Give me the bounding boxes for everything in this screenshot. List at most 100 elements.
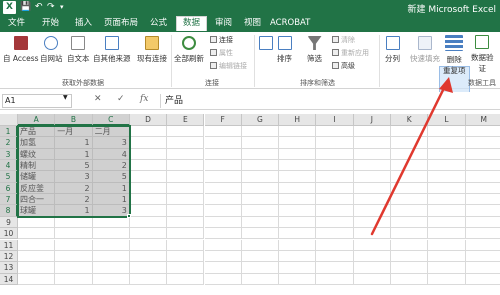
properties-button[interactable]: 属性 xyxy=(210,48,233,58)
value-cell[interactable]: 1 xyxy=(55,137,93,149)
cell[interactable] xyxy=(129,205,168,217)
cell[interactable] xyxy=(55,250,93,263)
cell[interactable] xyxy=(465,194,500,206)
cell[interactable] xyxy=(465,240,500,251)
cell[interactable] xyxy=(428,137,466,149)
cell[interactable] xyxy=(129,137,168,149)
sort-button[interactable]: 排序 xyxy=(277,36,292,64)
cell[interactable] xyxy=(92,273,130,285)
cell[interactable] xyxy=(129,148,168,161)
cell[interactable] xyxy=(241,148,280,161)
product-cell[interactable]: 四合一 xyxy=(18,194,56,206)
cell[interactable] xyxy=(316,160,354,172)
column-header-e[interactable]: E xyxy=(167,114,205,126)
refresh-all-button[interactable]: 全部刷新 xyxy=(174,36,204,64)
cell[interactable] xyxy=(204,216,242,229)
row-header-2[interactable]: 2 xyxy=(0,137,18,149)
cell[interactable] xyxy=(241,194,280,206)
cell[interactable] xyxy=(316,194,354,206)
header-cell[interactable]: 产品 xyxy=(18,126,56,138)
cell[interactable] xyxy=(279,182,317,195)
text-to-columns-button[interactable]: 分列 xyxy=(385,36,400,64)
cell[interactable] xyxy=(167,205,205,217)
cell[interactable] xyxy=(353,228,391,240)
row-header-5[interactable]: 5 xyxy=(0,171,18,183)
from-web-button[interactable]: 自网站 xyxy=(40,36,63,64)
cell[interactable] xyxy=(391,137,429,149)
tab-data[interactable]: 数据 xyxy=(176,16,208,31)
cell[interactable] xyxy=(353,126,391,138)
value-cell[interactable]: 1 xyxy=(92,194,130,206)
value-cell[interactable]: 2 xyxy=(55,182,93,195)
cell[interactable] xyxy=(204,262,242,274)
header-cell[interactable]: 二月 xyxy=(92,126,130,138)
redo-icon[interactable]: ↷ xyxy=(47,1,55,14)
cell[interactable] xyxy=(18,228,56,240)
cell[interactable] xyxy=(55,262,93,274)
cell[interactable] xyxy=(391,205,429,217)
cell[interactable] xyxy=(241,160,280,172)
cell[interactable] xyxy=(391,182,429,195)
row-header-7[interactable]: 7 xyxy=(0,194,18,206)
from-text-button[interactable]: 自文本 xyxy=(67,36,90,64)
cell[interactable] xyxy=(92,239,130,251)
cell[interactable] xyxy=(241,273,280,285)
row-header-12[interactable]: 12 xyxy=(0,250,18,263)
existing-connections-button[interactable]: 现有连接 xyxy=(137,36,167,64)
cell[interactable] xyxy=(55,216,93,229)
cell[interactable] xyxy=(279,137,317,149)
column-header-k[interactable]: K xyxy=(391,114,429,126)
cell[interactable] xyxy=(316,205,354,217)
cell[interactable] xyxy=(204,194,242,206)
cell[interactable] xyxy=(428,250,466,263)
cell[interactable] xyxy=(428,239,466,251)
cell[interactable] xyxy=(391,148,429,161)
cell[interactable] xyxy=(391,171,429,183)
value-cell[interactable]: 4 xyxy=(92,148,130,161)
cell[interactable] xyxy=(92,216,130,229)
cell[interactable] xyxy=(279,228,317,240)
row-header-10[interactable]: 10 xyxy=(0,228,18,240)
column-header-m[interactable]: M xyxy=(465,114,500,126)
cell[interactable] xyxy=(391,239,429,251)
cell[interactable] xyxy=(241,228,280,240)
cell[interactable] xyxy=(391,273,429,285)
cell[interactable] xyxy=(167,228,205,240)
column-header-j[interactable]: J xyxy=(353,114,391,126)
cell[interactable] xyxy=(428,194,466,206)
cell[interactable] xyxy=(129,182,168,195)
cell[interactable] xyxy=(167,137,205,149)
cell[interactable] xyxy=(353,137,391,149)
cell[interactable] xyxy=(204,182,242,195)
connections-button[interactable]: 连接 xyxy=(210,35,233,45)
cell[interactable] xyxy=(204,250,242,263)
cell[interactable] xyxy=(465,183,500,195)
cell[interactable] xyxy=(167,182,205,195)
name-box-dropdown-icon[interactable]: ▼ xyxy=(63,94,68,101)
cell[interactable] xyxy=(204,228,242,240)
tab-acrobat[interactable]: ACROBAT xyxy=(270,17,310,30)
cell[interactable] xyxy=(465,205,500,217)
value-cell[interactable]: 1 xyxy=(55,205,93,217)
cell[interactable] xyxy=(167,262,205,274)
row-header-4[interactable]: 4 xyxy=(0,160,18,172)
cell[interactable] xyxy=(167,216,205,229)
tab-insert[interactable]: 插入 xyxy=(75,17,92,30)
cell[interactable] xyxy=(279,216,317,229)
row-header-14[interactable]: 14 xyxy=(0,273,18,285)
cell[interactable] xyxy=(353,262,391,274)
cell[interactable] xyxy=(391,194,429,206)
cell[interactable] xyxy=(241,126,280,138)
cell[interactable] xyxy=(465,228,500,240)
cell[interactable] xyxy=(167,160,205,172)
from-other-sources-button[interactable]: 自其他来源 xyxy=(93,36,131,64)
product-cell[interactable]: 储罐 xyxy=(18,171,56,183)
cell[interactable] xyxy=(18,239,56,251)
product-cell[interactable]: 螺纹 xyxy=(18,148,56,161)
cell[interactable] xyxy=(391,250,429,263)
cell[interactable] xyxy=(129,250,168,263)
cell[interactable] xyxy=(316,137,354,149)
cell[interactable] xyxy=(167,250,205,263)
cell[interactable] xyxy=(428,262,466,274)
cell[interactable] xyxy=(204,137,242,149)
